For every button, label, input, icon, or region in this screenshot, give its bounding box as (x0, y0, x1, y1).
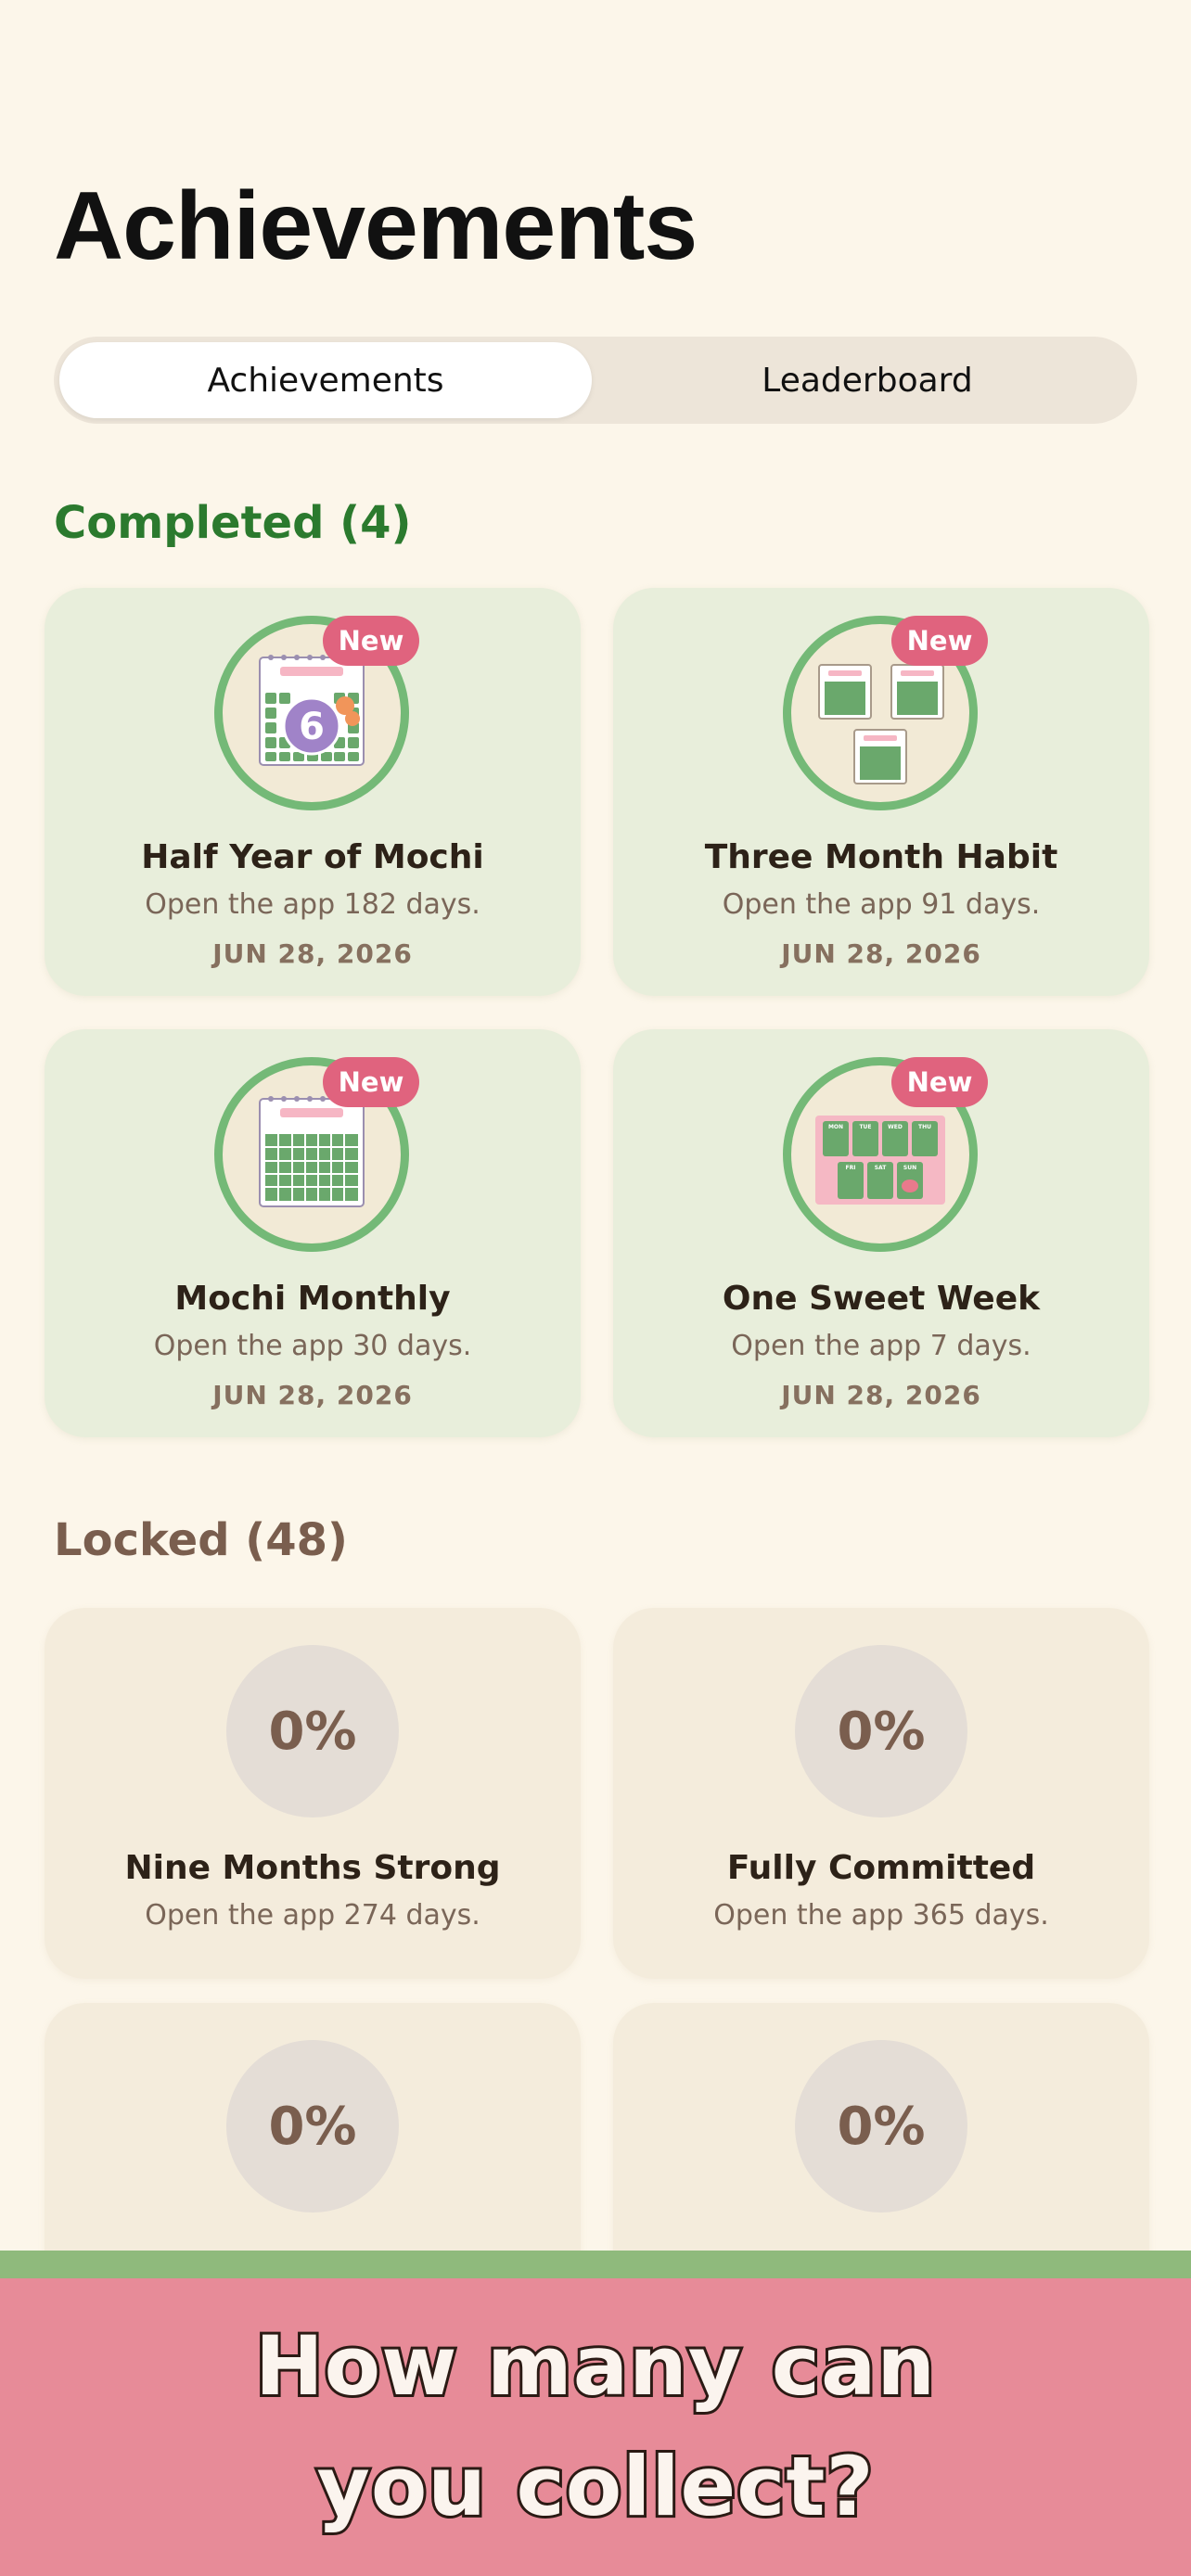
new-badge: New (891, 616, 988, 666)
promo-line-1: How many can (252, 2315, 938, 2417)
achievement-date: JUN 28, 2026 (781, 938, 981, 969)
achievement-title: Three Month Habit (704, 838, 1058, 876)
achievement-date: JUN 28, 2026 (212, 938, 413, 969)
calendar-number: 6 (299, 706, 325, 748)
completed-section-title: Completed (4) (54, 497, 412, 549)
achievement-description: Open the app 7 days. (731, 1330, 1031, 1362)
promo-line-2: you collect? (314, 2436, 876, 2537)
achievement-title: Mochi Monthly (174, 1280, 451, 1318)
achievement-card-three-month[interactable]: New Three Month Habit Open the app 91 da… (613, 588, 1149, 996)
weekday-label: FRI (846, 1165, 856, 1171)
progress-circle: 0% (226, 1645, 399, 1817)
tab-leaderboard[interactable]: Leaderboard (601, 342, 1133, 418)
locked-card-fully-committed[interactable]: 0% Fully Committed Open the app 365 days… (613, 1608, 1149, 1979)
new-badge: New (891, 1057, 988, 1107)
achievement-title: Fully Committed (726, 1849, 1036, 1887)
achievement-date: JUN 28, 2026 (212, 1380, 413, 1410)
achievement-description: Open the app 365 days. (713, 1899, 1049, 1932)
locked-card-nine-months[interactable]: 0% Nine Months Strong Open the app 274 d… (45, 1608, 581, 1979)
achievement-date: JUN 28, 2026 (781, 1380, 981, 1410)
weekday-label: SAT (875, 1165, 887, 1171)
banner-top-stripe (0, 2251, 1191, 2278)
achievement-description: Open the app 91 days. (722, 888, 1041, 921)
new-badge: New (323, 616, 419, 666)
achievement-description: Open the app 30 days. (153, 1330, 472, 1362)
page-title: Achievements (54, 172, 698, 280)
weekday-label: TUE (859, 1124, 871, 1130)
progress-circle: 0% (226, 2040, 399, 2213)
achievement-title: Nine Months Strong (124, 1849, 501, 1887)
achievement-title: Half Year of Mochi (141, 838, 484, 876)
progress-circle: 0% (795, 1645, 967, 1817)
tab-achievements[interactable]: Achievements (59, 342, 592, 418)
achievement-description: Open the app 182 days. (145, 888, 480, 921)
achievement-card-monthly[interactable]: New Mochi Monthly Open the app 30 days. … (45, 1029, 581, 1437)
segmented-control: Achievements Leaderboard (54, 337, 1137, 424)
progress-circle: 0% (795, 2040, 967, 2213)
weekday-label: MON (828, 1124, 843, 1130)
weekday-label: THU (918, 1124, 931, 1130)
new-badge: New (323, 1057, 419, 1107)
achievement-title: One Sweet Week (722, 1280, 1041, 1318)
achievement-description: Open the app 274 days. (145, 1899, 480, 1932)
achievement-card-one-week[interactable]: MON TUE WED THU FRI SAT SUN New One Swee… (613, 1029, 1149, 1437)
achievement-card-half-year[interactable]: 6 New Half Year of Mochi Open the app 18… (45, 588, 581, 996)
locked-section-title: Locked (48) (54, 1514, 348, 1566)
weekday-label: WED (888, 1124, 903, 1130)
weekday-label: SUN (903, 1165, 916, 1171)
